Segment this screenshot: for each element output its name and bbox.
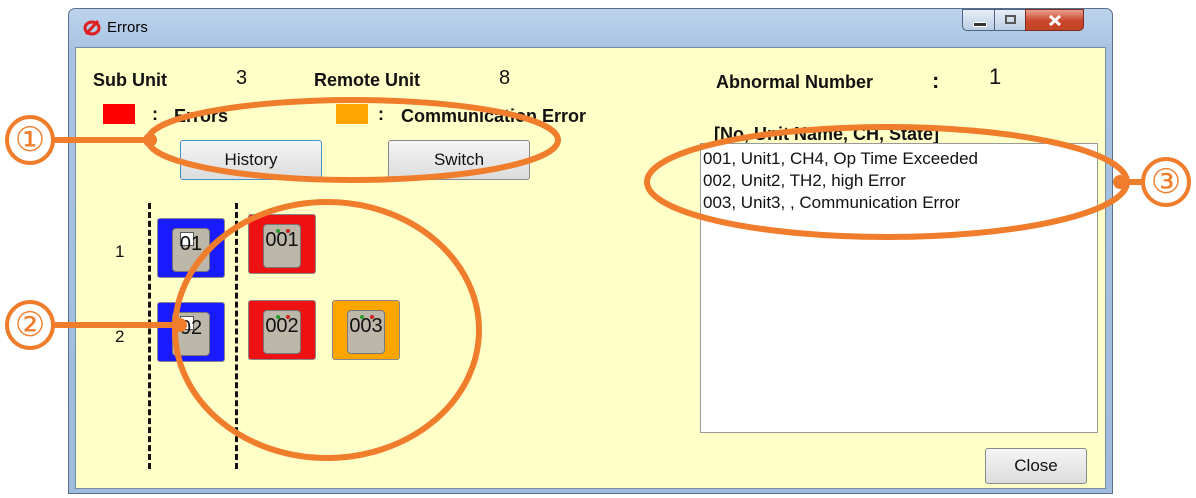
callout-3-badge: ③ bbox=[1141, 157, 1191, 207]
callout-3-ellipse bbox=[644, 124, 1130, 240]
callout-1-ellipse bbox=[145, 97, 561, 183]
callout-1-badge: ① bbox=[5, 115, 55, 165]
callout-1-dot bbox=[143, 133, 157, 147]
callout-2-dot bbox=[173, 318, 187, 332]
callout-2-badge: ② bbox=[5, 300, 55, 350]
callout-2-ellipse bbox=[172, 199, 482, 461]
annotation-overlay bbox=[48, 97, 1150, 461]
callout-3-dot bbox=[1113, 175, 1127, 189]
